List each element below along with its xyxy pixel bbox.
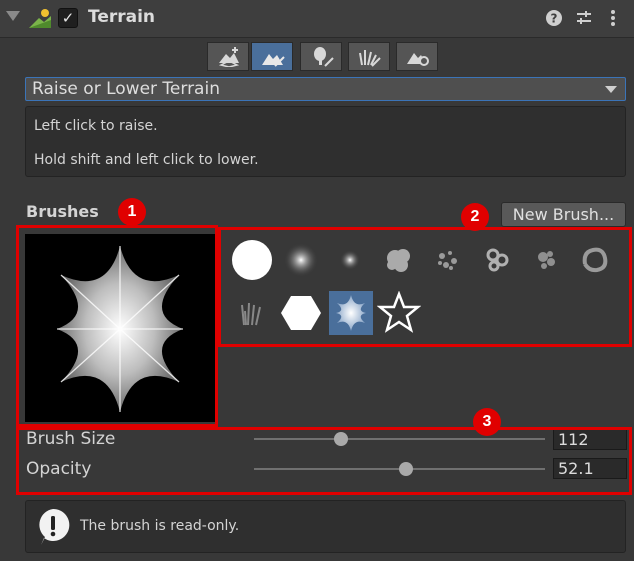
tool-paint-trees[interactable]: [300, 42, 342, 71]
enable-checkbox[interactable]: ✓: [58, 8, 78, 28]
preset-settings-icon[interactable]: [575, 9, 593, 27]
foldout-arrow-icon[interactable]: [6, 11, 20, 21]
tool-select-dropdown[interactable]: Raise or Lower Terrain: [25, 77, 626, 101]
terrain-gear-icon: [407, 53, 429, 66]
highlight-box-3: [16, 427, 632, 495]
terrain-icon: [29, 8, 51, 28]
brushes-heading: Brushes: [26, 202, 99, 221]
svg-text:?: ?: [551, 12, 558, 26]
read-only-help-box: The brush is read-only.: [25, 500, 626, 553]
help-icon[interactable]: ?: [545, 9, 563, 27]
tool-paint-details[interactable]: [348, 42, 390, 71]
highlight-box-2: [218, 227, 632, 347]
tool-select-value: Raise or Lower Terrain: [32, 79, 220, 99]
help-message: The brush is read-only.: [80, 518, 240, 534]
annotation-badge-1: 1: [118, 198, 146, 226]
tree-brush-icon: [314, 47, 334, 67]
brush-mountain-icon: [262, 54, 285, 67]
chevron-down-icon: [605, 86, 617, 93]
description-line-1: Left click to raise.: [34, 118, 158, 134]
tool-description: Left click to raise. Hold shift and left…: [25, 106, 626, 177]
grass-brush-icon: [359, 50, 381, 67]
highlight-box-1: [16, 225, 218, 427]
terrain-plus-icon: [218, 47, 240, 67]
exclamation-bubble-icon: [34, 507, 72, 551]
tool-paint-terrain[interactable]: [251, 42, 293, 71]
new-brush-button[interactable]: New Brush...: [501, 202, 626, 227]
tool-terrain-settings[interactable]: [396, 42, 438, 71]
description-line-2: Hold shift and left click to lower.: [34, 152, 259, 168]
more-menu-icon[interactable]: [604, 9, 622, 27]
tool-create-neighbor-terrains[interactable]: [207, 42, 249, 71]
component-title: Terrain: [88, 7, 156, 27]
